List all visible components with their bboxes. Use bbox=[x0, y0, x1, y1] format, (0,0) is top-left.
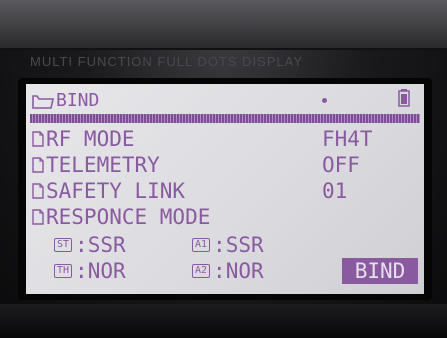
setting-label: SAFETY LINK bbox=[46, 179, 186, 203]
response-mode-value: :NOR bbox=[213, 259, 264, 283]
transmitter-top-panel bbox=[0, 0, 447, 50]
response-mode-value: :SSR bbox=[213, 233, 264, 257]
status-dot bbox=[322, 98, 327, 103]
response-mode-a1[interactable]: A1 :SSR bbox=[192, 232, 264, 258]
setting-value: 01 bbox=[322, 179, 348, 203]
response-mode-th[interactable]: TH :NOR bbox=[54, 258, 126, 284]
bezel-label: MULTI FUNCTION FULL DOTS DISPLAY bbox=[30, 54, 304, 69]
channel-badge-a2: A2 bbox=[192, 264, 211, 278]
bind-button[interactable]: BIND bbox=[342, 258, 418, 284]
setting-row-rf-mode[interactable]: RF MODE FH4T bbox=[32, 126, 416, 152]
battery-icon bbox=[398, 89, 410, 107]
setting-label: RESPONCE MODE bbox=[46, 205, 211, 229]
transmitter-body: MULTI FUNCTION FULL DOTS DISPLAY BIND RF… bbox=[0, 0, 447, 338]
channel-badge-st: ST bbox=[54, 238, 73, 252]
setting-row-response-mode[interactable]: RESPONCE MODE bbox=[32, 204, 416, 230]
document-icon bbox=[32, 209, 44, 225]
screen-title-row: BIND bbox=[32, 90, 99, 112]
title-divider-bar bbox=[30, 114, 420, 123]
setting-row-safety-link[interactable]: SAFETY LINK 01 bbox=[32, 178, 416, 204]
response-mode-value: :NOR bbox=[75, 259, 126, 283]
document-icon bbox=[32, 183, 44, 199]
setting-label: TELEMETRY bbox=[46, 153, 160, 177]
document-icon bbox=[32, 131, 44, 147]
screen-title: BIND bbox=[56, 90, 100, 111]
setting-row-telemetry[interactable]: TELEMETRY OFF bbox=[32, 152, 416, 178]
response-mode-value: :SSR bbox=[75, 233, 126, 257]
setting-value: OFF bbox=[322, 153, 360, 177]
channel-badge-a1: A1 bbox=[192, 238, 211, 252]
setting-value: FH4T bbox=[322, 127, 373, 151]
response-mode-st[interactable]: ST :SSR bbox=[54, 232, 126, 258]
transmitter-lower-panel bbox=[0, 304, 447, 338]
folder-icon bbox=[32, 95, 54, 109]
setting-label: RF MODE bbox=[46, 127, 135, 151]
lcd-screen: BIND RF MODE FH4T TELEMETRY OFF SAFETY L… bbox=[26, 84, 424, 294]
document-icon bbox=[32, 157, 44, 173]
response-mode-a2[interactable]: A2 :NOR bbox=[192, 258, 264, 284]
channel-badge-th: TH bbox=[54, 264, 73, 278]
